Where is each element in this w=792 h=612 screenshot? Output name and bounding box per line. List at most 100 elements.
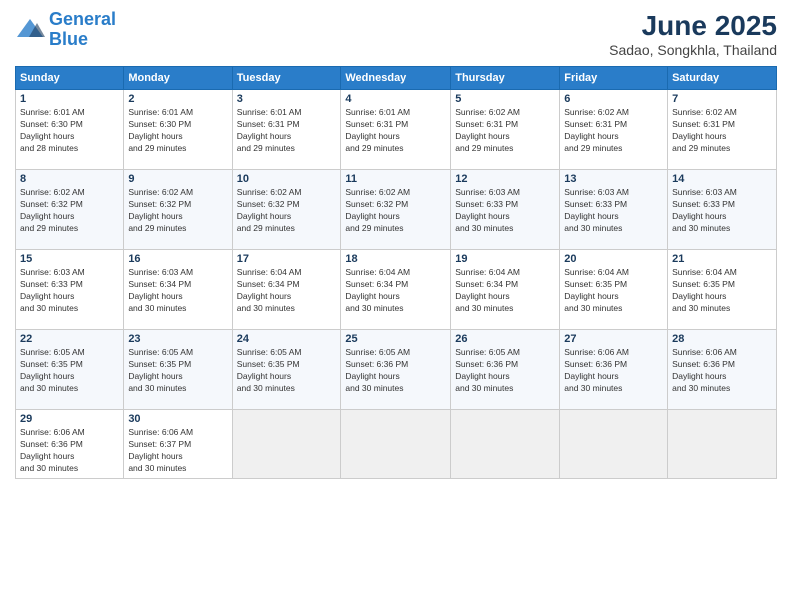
day-number: 6 [564, 93, 663, 105]
day-number: 14 [672, 173, 772, 185]
page: General Blue June 2025 Sadao, Songkhla, … [0, 0, 792, 612]
day-detail: Sunrise: 6:05 AM Sunset: 6:35 PM Dayligh… [237, 347, 337, 395]
table-row: 6 Sunrise: 6:02 AM Sunset: 6:31 PM Dayli… [560, 90, 668, 170]
day-detail: Sunrise: 6:06 AM Sunset: 6:36 PM Dayligh… [564, 347, 663, 395]
day-detail: Sunrise: 6:02 AM Sunset: 6:32 PM Dayligh… [128, 187, 227, 235]
day-detail: Sunrise: 6:03 AM Sunset: 6:33 PM Dayligh… [20, 267, 119, 315]
day-number: 7 [672, 93, 772, 105]
table-row [451, 410, 560, 479]
day-detail: Sunrise: 6:01 AM Sunset: 6:31 PM Dayligh… [345, 107, 446, 155]
day-number: 29 [20, 413, 119, 425]
table-row: 19 Sunrise: 6:04 AM Sunset: 6:34 PM Dayl… [451, 250, 560, 330]
day-number: 15 [20, 253, 119, 265]
day-detail: Sunrise: 6:03 AM Sunset: 6:34 PM Dayligh… [128, 267, 227, 315]
location-subtitle: Sadao, Songkhla, Thailand [609, 42, 777, 58]
day-detail: Sunrise: 6:06 AM Sunset: 6:36 PM Dayligh… [672, 347, 772, 395]
day-detail: Sunrise: 6:02 AM Sunset: 6:31 PM Dayligh… [455, 107, 555, 155]
day-detail: Sunrise: 6:01 AM Sunset: 6:30 PM Dayligh… [20, 107, 119, 155]
day-detail: Sunrise: 6:06 AM Sunset: 6:37 PM Dayligh… [128, 427, 227, 475]
day-detail: Sunrise: 6:05 AM Sunset: 6:36 PM Dayligh… [455, 347, 555, 395]
table-row: 28 Sunrise: 6:06 AM Sunset: 6:36 PM Dayl… [668, 330, 777, 410]
calendar-header-row: Sunday Monday Tuesday Wednesday Thursday… [16, 67, 777, 90]
calendar: Sunday Monday Tuesday Wednesday Thursday… [15, 66, 777, 479]
table-row: 7 Sunrise: 6:02 AM Sunset: 6:31 PM Dayli… [668, 90, 777, 170]
table-row: 25 Sunrise: 6:05 AM Sunset: 6:36 PM Dayl… [341, 330, 451, 410]
logo-blue: Blue [49, 29, 88, 49]
day-number: 22 [20, 333, 119, 345]
day-detail: Sunrise: 6:02 AM Sunset: 6:31 PM Dayligh… [672, 107, 772, 155]
day-number: 25 [345, 333, 446, 345]
table-row: 16 Sunrise: 6:03 AM Sunset: 6:34 PM Dayl… [124, 250, 232, 330]
table-row: 4 Sunrise: 6:01 AM Sunset: 6:31 PM Dayli… [341, 90, 451, 170]
table-row: 29 Sunrise: 6:06 AM Sunset: 6:36 PM Dayl… [16, 410, 124, 479]
day-number: 8 [20, 173, 119, 185]
day-detail: Sunrise: 6:05 AM Sunset: 6:36 PM Dayligh… [345, 347, 446, 395]
table-row: 30 Sunrise: 6:06 AM Sunset: 6:37 PM Dayl… [124, 410, 232, 479]
day-detail: Sunrise: 6:03 AM Sunset: 6:33 PM Dayligh… [564, 187, 663, 235]
day-number: 26 [455, 333, 555, 345]
day-detail: Sunrise: 6:05 AM Sunset: 6:35 PM Dayligh… [128, 347, 227, 395]
table-row: 2 Sunrise: 6:01 AM Sunset: 6:30 PM Dayli… [124, 90, 232, 170]
day-detail: Sunrise: 6:02 AM Sunset: 6:32 PM Dayligh… [20, 187, 119, 235]
day-detail: Sunrise: 6:06 AM Sunset: 6:36 PM Dayligh… [20, 427, 119, 475]
day-number: 10 [237, 173, 337, 185]
day-number: 18 [345, 253, 446, 265]
day-detail: Sunrise: 6:02 AM Sunset: 6:32 PM Dayligh… [237, 187, 337, 235]
day-detail: Sunrise: 6:04 AM Sunset: 6:35 PM Dayligh… [672, 267, 772, 315]
table-row: 1 Sunrise: 6:01 AM Sunset: 6:30 PM Dayli… [16, 90, 124, 170]
day-number: 9 [128, 173, 227, 185]
day-number: 11 [345, 173, 446, 185]
col-sunday: Sunday [16, 67, 124, 90]
table-row: 15 Sunrise: 6:03 AM Sunset: 6:33 PM Dayl… [16, 250, 124, 330]
day-detail: Sunrise: 6:04 AM Sunset: 6:34 PM Dayligh… [237, 267, 337, 315]
table-row: 11 Sunrise: 6:02 AM Sunset: 6:32 PM Dayl… [341, 170, 451, 250]
table-row: 18 Sunrise: 6:04 AM Sunset: 6:34 PM Dayl… [341, 250, 451, 330]
logo-general: General [49, 9, 116, 29]
day-number: 3 [237, 93, 337, 105]
table-row: 13 Sunrise: 6:03 AM Sunset: 6:33 PM Dayl… [560, 170, 668, 250]
month-title: June 2025 [609, 10, 777, 42]
table-row [668, 410, 777, 479]
day-detail: Sunrise: 6:03 AM Sunset: 6:33 PM Dayligh… [672, 187, 772, 235]
day-number: 23 [128, 333, 227, 345]
col-monday: Monday [124, 67, 232, 90]
day-number: 16 [128, 253, 227, 265]
table-row: 12 Sunrise: 6:03 AM Sunset: 6:33 PM Dayl… [451, 170, 560, 250]
table-row: 8 Sunrise: 6:02 AM Sunset: 6:32 PM Dayli… [16, 170, 124, 250]
day-number: 17 [237, 253, 337, 265]
day-number: 13 [564, 173, 663, 185]
logo-icon [15, 15, 45, 45]
col-wednesday: Wednesday [341, 67, 451, 90]
day-detail: Sunrise: 6:04 AM Sunset: 6:35 PM Dayligh… [564, 267, 663, 315]
day-number: 20 [564, 253, 663, 265]
day-detail: Sunrise: 6:02 AM Sunset: 6:32 PM Dayligh… [345, 187, 446, 235]
table-row: 20 Sunrise: 6:04 AM Sunset: 6:35 PM Dayl… [560, 250, 668, 330]
day-number: 5 [455, 93, 555, 105]
col-thursday: Thursday [451, 67, 560, 90]
logo-text: General Blue [49, 10, 116, 50]
table-row: 10 Sunrise: 6:02 AM Sunset: 6:32 PM Dayl… [232, 170, 341, 250]
day-number: 2 [128, 93, 227, 105]
day-number: 4 [345, 93, 446, 105]
day-number: 1 [20, 93, 119, 105]
table-row: 3 Sunrise: 6:01 AM Sunset: 6:31 PM Dayli… [232, 90, 341, 170]
table-row: 24 Sunrise: 6:05 AM Sunset: 6:35 PM Dayl… [232, 330, 341, 410]
day-detail: Sunrise: 6:01 AM Sunset: 6:30 PM Dayligh… [128, 107, 227, 155]
table-row: 23 Sunrise: 6:05 AM Sunset: 6:35 PM Dayl… [124, 330, 232, 410]
day-detail: Sunrise: 6:04 AM Sunset: 6:34 PM Dayligh… [455, 267, 555, 315]
day-number: 28 [672, 333, 772, 345]
col-tuesday: Tuesday [232, 67, 341, 90]
table-row [560, 410, 668, 479]
day-detail: Sunrise: 6:04 AM Sunset: 6:34 PM Dayligh… [345, 267, 446, 315]
day-number: 21 [672, 253, 772, 265]
day-number: 19 [455, 253, 555, 265]
day-number: 27 [564, 333, 663, 345]
table-row: 26 Sunrise: 6:05 AM Sunset: 6:36 PM Dayl… [451, 330, 560, 410]
header: General Blue June 2025 Sadao, Songkhla, … [15, 10, 777, 58]
day-number: 12 [455, 173, 555, 185]
col-saturday: Saturday [668, 67, 777, 90]
title-block: June 2025 Sadao, Songkhla, Thailand [609, 10, 777, 58]
day-detail: Sunrise: 6:03 AM Sunset: 6:33 PM Dayligh… [455, 187, 555, 235]
table-row: 14 Sunrise: 6:03 AM Sunset: 6:33 PM Dayl… [668, 170, 777, 250]
day-detail: Sunrise: 6:01 AM Sunset: 6:31 PM Dayligh… [237, 107, 337, 155]
